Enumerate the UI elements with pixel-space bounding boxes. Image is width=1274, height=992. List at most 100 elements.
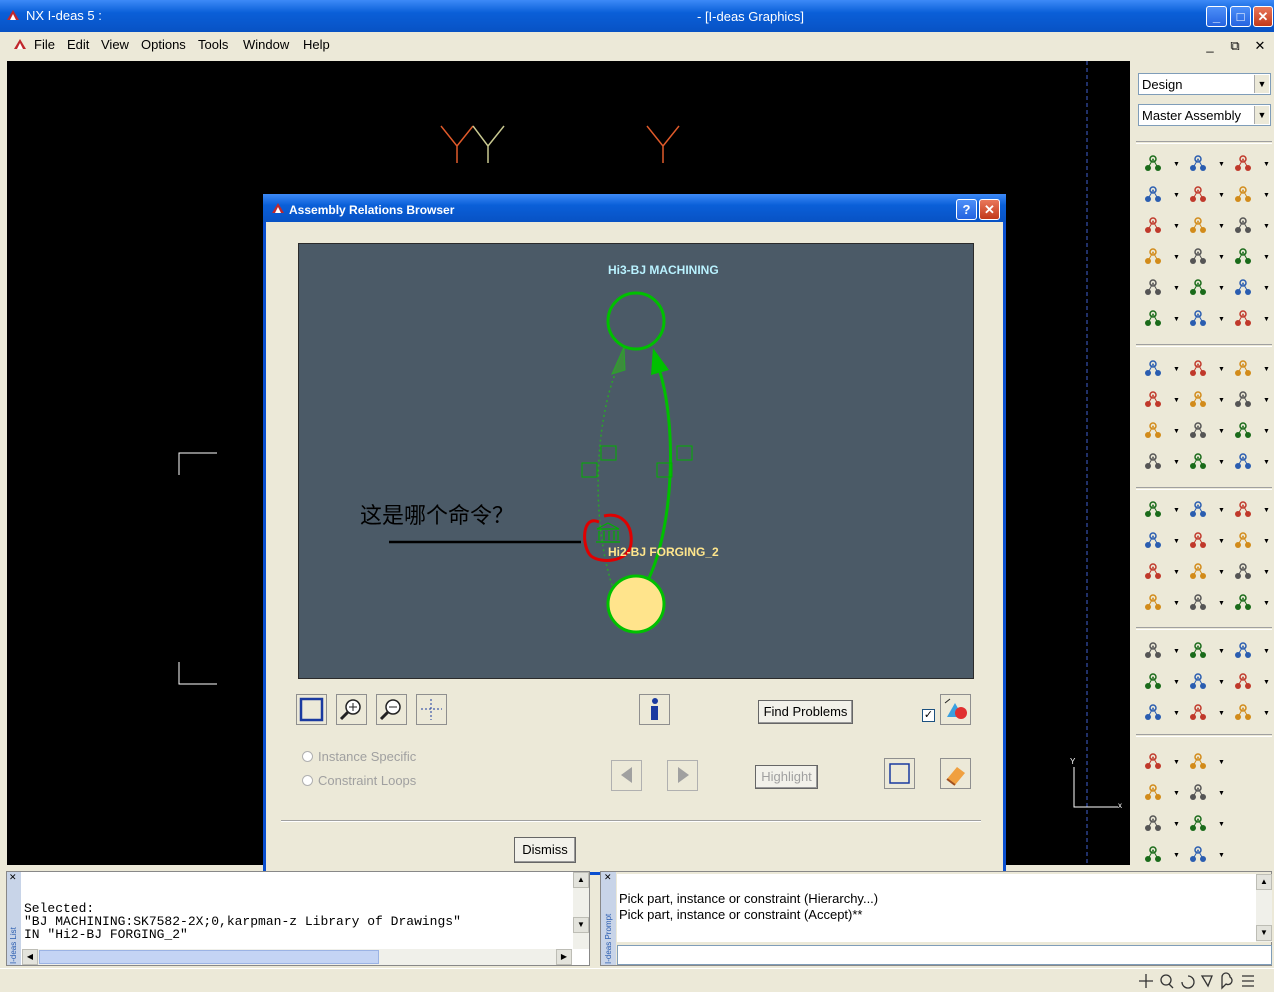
radio-constraint-loops[interactable]: Constraint Loops — [302, 773, 416, 788]
cube-tool-button[interactable]: ▼ — [1232, 215, 1270, 237]
mdi-restore-button[interactable]: ⧉ — [1225, 37, 1245, 55]
tool-tool-button[interactable]: ▼ — [1142, 782, 1180, 804]
pan-button[interactable] — [416, 694, 447, 725]
dropdown-caret-icon[interactable]: ▼ — [1263, 428, 1270, 435]
dropdown-caret-icon[interactable]: ▼ — [1173, 821, 1180, 828]
dropdown-caret-icon[interactable]: ▼ — [1218, 790, 1225, 797]
dismiss-button[interactable]: Dismiss — [514, 837, 576, 863]
render-tool-button[interactable]: ▼ — [1232, 561, 1270, 583]
dropdown-caret-icon[interactable]: ▼ — [1263, 161, 1270, 168]
scroll-thumb[interactable] — [39, 950, 379, 964]
dropdown-caret-icon[interactable]: ▼ — [1173, 852, 1180, 859]
dropdown-caret-icon[interactable]: ▼ — [1263, 569, 1270, 576]
dropdown-caret-icon[interactable]: ▼ — [1263, 507, 1270, 514]
menu-window[interactable]: Window — [243, 37, 289, 52]
configuration-tool-button[interactable]: ▼ — [1232, 153, 1270, 175]
relations-alt-tool-button[interactable]: ▼ — [1232, 358, 1270, 380]
wireframe-tool-button[interactable]: ▼ — [1187, 499, 1225, 521]
dropdown-caret-icon[interactable]: ▼ — [1173, 366, 1180, 373]
mdi-minimize-button[interactable]: _ — [1200, 37, 1220, 55]
dropdown-caret-icon[interactable]: ▼ — [1173, 192, 1180, 199]
find-problems-button[interactable]: Find Problems — [758, 700, 853, 724]
explode-tool-button[interactable]: ▼ — [1142, 184, 1180, 206]
graph-options-button[interactable] — [940, 694, 971, 725]
dropdown-caret-icon[interactable]: ▼ — [1218, 710, 1225, 717]
coordinates-tool-button[interactable]: ▼ — [1187, 702, 1225, 724]
dropdown-caret-icon[interactable]: ▼ — [1263, 192, 1270, 199]
scroll-down-icon[interactable]: ▼ — [573, 917, 589, 933]
info-button[interactable] — [639, 694, 670, 725]
point-tool-button[interactable]: ▼ — [1142, 813, 1180, 835]
dropdown-caret-icon[interactable]: ▼ — [1173, 569, 1180, 576]
dropdown-caret-icon[interactable]: ▼ — [1218, 538, 1225, 545]
dropdown-caret-icon[interactable]: ▼ — [1173, 223, 1180, 230]
eraser-button[interactable] — [940, 758, 971, 789]
dropdown-caret-icon[interactable]: ▼ — [1218, 648, 1225, 655]
radio-instance-specific[interactable]: Instance Specific — [302, 749, 416, 764]
dropdown-caret-icon[interactable]: ▼ — [1173, 285, 1180, 292]
tool-tool-button[interactable]: ▼ — [1232, 640, 1270, 662]
dropdown-caret-icon[interactable]: ▼ — [1263, 679, 1270, 686]
close-icon[interactable]: ✕ — [9, 872, 17, 883]
shaded-tool-button[interactable]: ▼ — [1232, 499, 1270, 521]
bom-tool-button[interactable]: ▼ — [1142, 215, 1180, 237]
frame-tool-button[interactable]: ▼ — [1187, 451, 1225, 473]
note-tool-button[interactable]: ▼ — [1142, 702, 1180, 724]
camera-tool-button[interactable]: ▼ — [1232, 308, 1270, 330]
dropdown-caret-icon[interactable]: ▼ — [1218, 161, 1225, 168]
dropdown-caret-icon[interactable]: ▼ — [1263, 648, 1270, 655]
dropdown-caret-icon[interactable]: ▼ — [1263, 285, 1270, 292]
tool-tool-button[interactable]: ▼ — [1232, 702, 1270, 724]
dropdown-caret-icon[interactable]: ▼ — [1218, 428, 1225, 435]
zoom-z-tool-button[interactable]: ▼ — [1142, 561, 1180, 583]
menu-help[interactable]: Help — [303, 37, 330, 52]
menu-view[interactable]: View — [101, 37, 129, 52]
dropdown-caret-icon[interactable]: ▼ — [1173, 538, 1180, 545]
prompt-input[interactable] — [617, 945, 1272, 965]
dropdown-caret-icon[interactable]: ▼ — [1263, 538, 1270, 545]
dropdown-caret-icon[interactable]: ▼ — [1173, 648, 1180, 655]
dialog-close-button[interactable]: ✕ — [979, 199, 1000, 220]
dropdown-caret-icon[interactable]: ▼ — [1218, 600, 1225, 607]
container-tool-button[interactable]: ▼ — [1232, 420, 1270, 442]
tool-tool-button[interactable]: ▼ — [1232, 530, 1270, 552]
zoom-out-button[interactable] — [376, 694, 407, 725]
assembly-tool-button[interactable]: ▼ — [1187, 153, 1225, 175]
connect-tool-button[interactable]: ▼ — [1187, 277, 1225, 299]
menu-file[interactable]: File — [34, 37, 55, 52]
print-tool-button[interactable]: ▼ — [1232, 592, 1270, 614]
mdi-close-button[interactable]: ✕ — [1250, 37, 1270, 55]
transform-tool-button[interactable]: ▼ — [1142, 844, 1180, 866]
fit-view-button[interactable] — [296, 694, 327, 725]
dropdown-caret-icon[interactable]: ▼ — [1263, 254, 1270, 261]
angle-tool-button[interactable]: ▼ — [1187, 751, 1225, 773]
scroll-up-icon[interactable]: ▲ — [573, 872, 589, 888]
workplane-tool-button[interactable]: ▼ — [1142, 389, 1180, 411]
dropdown-caret-icon[interactable]: ▼ — [1218, 192, 1225, 199]
dropdown-caret-icon[interactable]: ▼ — [1218, 316, 1225, 323]
menu-tools[interactable]: Tools — [198, 37, 228, 52]
circle-tool-button[interactable]: ▼ — [1187, 782, 1225, 804]
dialog-help-button[interactable]: ? — [956, 199, 977, 220]
inertia-tool-button[interactable]: ▼ — [1187, 420, 1225, 442]
triangle-tools-tool-button[interactable]: ▼ — [1142, 358, 1180, 380]
relations-graph-canvas[interactable]: Hi3-BJ MACHINING Hi2-BJ FORGING_2 这是哪个命令… — [298, 243, 974, 679]
dropdown-caret-icon[interactable]: ▼ — [1218, 852, 1225, 859]
dropdown-caret-icon[interactable]: ▼ — [1173, 254, 1180, 261]
ruler-tool-button[interactable]: ▼ — [1142, 640, 1180, 662]
close-icon[interactable]: ✕ — [604, 872, 612, 883]
scroll-down-icon[interactable]: ▼ — [1256, 925, 1272, 941]
dropdown-caret-icon[interactable]: ▼ — [1218, 397, 1225, 404]
menu-options[interactable]: Options — [141, 37, 186, 52]
info-tool-button[interactable]: ▼ — [1187, 389, 1225, 411]
dropdown-caret-icon[interactable]: ▼ — [1218, 821, 1225, 828]
previous-button[interactable] — [611, 760, 642, 791]
line-tool-button[interactable]: ▼ — [1142, 751, 1180, 773]
dropdown-caret-icon[interactable]: ▼ — [1173, 161, 1180, 168]
tool-tool-button[interactable]: ▼ — [1232, 671, 1270, 693]
dropdown-caret-icon[interactable]: ▼ — [1173, 316, 1180, 323]
dropdown-caret-icon[interactable]: ▼ — [1218, 679, 1225, 686]
measure-tool-button[interactable]: ▼ — [1142, 277, 1180, 299]
filter-tool-button[interactable]: ▼ — [1232, 184, 1270, 206]
display-tool-button[interactable]: ▼ — [1142, 499, 1180, 521]
